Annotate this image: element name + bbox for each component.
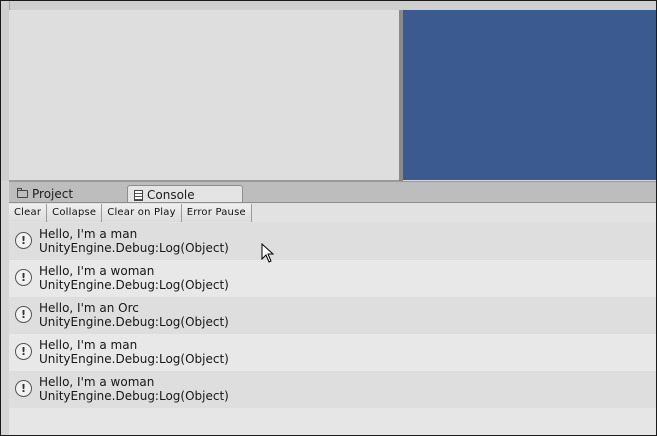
- editor-window: Project Console Clear Collapse Clear on …: [0, 0, 657, 436]
- log-message: Hello, I'm a woman: [39, 264, 155, 278]
- log-source: UnityEngine.Debug:Log(Object): [39, 278, 229, 292]
- console-icon: [134, 189, 143, 201]
- info-icon: !: [15, 269, 32, 286]
- top-edge: [1, 1, 656, 10]
- clear-on-play-button[interactable]: Clear on Play: [102, 204, 182, 222]
- mouse-cursor-icon: [261, 243, 275, 263]
- game-view[interactable]: [403, 10, 656, 180]
- log-source: UnityEngine.Debug:Log(Object): [39, 389, 229, 403]
- log-message: Hello, I'm an Orc: [39, 301, 139, 315]
- info-icon: !: [15, 232, 32, 249]
- log-source: UnityEngine.Debug:Log(Object): [39, 315, 229, 329]
- log-source: UnityEngine.Debug:Log(Object): [39, 241, 229, 255]
- info-icon: !: [15, 380, 32, 397]
- tab-project-label: Project: [32, 187, 74, 201]
- tab-project[interactable]: Project: [11, 185, 79, 203]
- log-list[interactable]: ! Hello, I'm a man UnityEngine.Debug:Log…: [9, 223, 656, 435]
- log-entry[interactable]: ! Hello, I'm an Orc UnityEngine.Debug:Lo…: [9, 297, 656, 334]
- tab-bar: Project Console: [9, 181, 656, 204]
- log-message: Hello, I'm a woman: [39, 375, 155, 389]
- folder-icon: [17, 188, 28, 198]
- info-icon: !: [15, 306, 32, 323]
- log-entry[interactable]: ! Hello, I'm a man UnityEngine.Debug:Log…: [9, 223, 656, 260]
- clear-button[interactable]: Clear: [9, 204, 48, 222]
- log-entry[interactable]: ! Hello, I'm a man UnityEngine.Debug:Log…: [9, 334, 656, 371]
- log-entry[interactable]: ! Hello, I'm a woman UnityEngine.Debug:L…: [9, 371, 656, 408]
- log-entry[interactable]: ! Hello, I'm a woman UnityEngine.Debug:L…: [9, 260, 656, 297]
- console-toolbar: Clear Collapse Clear on Play Error Pause: [9, 202, 656, 224]
- error-pause-button[interactable]: Error Pause: [181, 204, 252, 222]
- info-icon: !: [15, 343, 32, 360]
- scene-panel[interactable]: [9, 10, 400, 181]
- log-message: Hello, I'm a man: [39, 227, 138, 241]
- log-message: Hello, I'm a man: [39, 338, 138, 352]
- log-source: UnityEngine.Debug:Log(Object): [39, 352, 229, 366]
- collapse-button[interactable]: Collapse: [47, 204, 103, 222]
